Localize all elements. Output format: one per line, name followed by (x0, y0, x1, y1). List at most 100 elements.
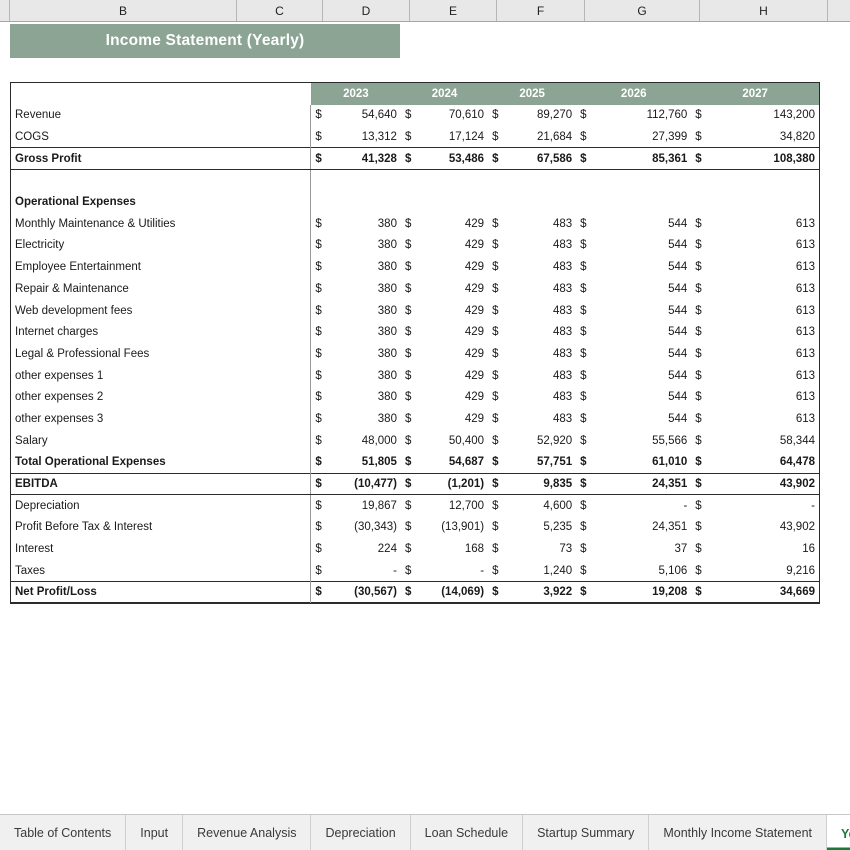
column-header-f[interactable]: F (497, 0, 585, 21)
cell-2026: $55,566 (576, 430, 691, 452)
cell-value: 54,687 (448, 456, 485, 469)
cell-2024: $429 (401, 321, 488, 343)
cell-value: 57,751 (536, 456, 573, 469)
column-header-b[interactable]: B (10, 0, 237, 21)
cell-2024: $429 (401, 386, 488, 408)
cell-2027: $613 (691, 321, 819, 343)
table-row: Legal & Professional Fees $380 $429 $483 $54… (11, 343, 820, 365)
cell-value: 85,361 (652, 152, 688, 165)
cell-value: 613 (795, 347, 815, 360)
cell-value: 224 (377, 543, 397, 556)
year-header-2026: 2026 (576, 82, 692, 105)
cell-2027: $613 (691, 386, 819, 408)
cell-value: 143,200 (773, 109, 815, 122)
cell-value: 483 (552, 412, 573, 425)
row-label: Depreciation (15, 499, 80, 512)
cell-value: 544 (668, 239, 688, 252)
column-header-stub (0, 0, 10, 21)
cell-value: 4,600 (543, 499, 573, 512)
cell-2024: $12,700 (401, 495, 488, 517)
sheet-tab-input[interactable]: Input (126, 815, 184, 850)
sheet-tab-loan-schedule[interactable]: Loan Schedule (410, 815, 524, 850)
cell-2026: $27,399 (576, 126, 691, 148)
sheet-tab-depreciation[interactable]: Depreciation (311, 815, 411, 850)
row-label: Interest (15, 543, 54, 556)
cell-2023: $ (30,567) (310, 581, 401, 604)
cell-value: 483 (552, 391, 573, 404)
cell-value: - (683, 499, 688, 512)
cell-value: 380 (377, 239, 397, 252)
cell-2024: $168 (401, 538, 488, 560)
column-header-c[interactable]: C (237, 0, 323, 21)
cell-2024: $429 (401, 235, 488, 257)
sheet-tab-monthly-income-statement[interactable]: Monthly Income Statement (649, 815, 828, 850)
cell-2025: $483 (488, 278, 576, 300)
cell-2024: $53,486 (400, 147, 489, 171)
cell-value: 429 (464, 391, 485, 404)
cell-value: 429 (464, 282, 485, 295)
cell-2025: $73 (488, 538, 576, 560)
cell-value: 53,486 (448, 152, 485, 165)
year-header-2027: 2027 (691, 82, 820, 105)
sheet-tab-yearly-pnl[interactable]: Yearly PnL (827, 815, 850, 850)
cell-value: 27,399 (652, 130, 688, 143)
cell-2023: $48,000 (310, 429, 401, 452)
row-label (11, 170, 311, 192)
column-header-bar: BCDEFGH (0, 0, 850, 22)
cell-value: 24,351 (652, 521, 688, 534)
cell-value: 380 (377, 282, 397, 295)
table-row: EBITDA $ (10,477) $ (1,201) $9,835 $24,351 $43,… (10, 472, 820, 496)
cell-2024: $429 (401, 365, 488, 387)
column-header-d[interactable]: D (323, 0, 410, 21)
cell-2023: $380 (310, 364, 401, 387)
table-row: Total Operational Expenses $51,805 $54,687… (11, 451, 820, 474)
row-label: Internet charges (15, 326, 99, 339)
cell-value: 112,760 (646, 109, 688, 122)
cell-value: - (393, 564, 397, 577)
cell-2024: $429 (401, 278, 488, 300)
cell-2025: $5,235 (488, 517, 576, 539)
column-header-g[interactable]: G (585, 0, 700, 21)
cell-2027: $43,902 (691, 517, 819, 539)
cell-2025: $483 (488, 235, 576, 257)
sheet-tab-revenue-analysis[interactable]: Revenue Analysis (183, 815, 312, 850)
cell-value: 12,700 (448, 499, 485, 512)
cell-2025: $21,684 (488, 126, 576, 148)
column-header-h[interactable]: H (700, 0, 828, 21)
row-label: other expenses 1 (15, 369, 104, 382)
cell-2023: $ (10,477) (310, 472, 401, 496)
cell-2026: $24,351 (576, 472, 692, 496)
cell-2026: $544 (576, 408, 691, 430)
sheet-tab-table-of-contents[interactable]: Table of Contents (0, 815, 127, 850)
table-row: other expenses 2 $380 $429 $483 $544 $613 (11, 386, 820, 409)
sheet-tab-startup-summary[interactable]: Startup Summary (523, 815, 650, 850)
cell-value: 380 (377, 326, 397, 339)
cell-2026: $24,351 (576, 517, 691, 539)
page-title: Income Statement (Yearly) (105, 32, 305, 49)
cell-value: 380 (377, 412, 397, 425)
cell-value: 380 (377, 304, 397, 317)
cell-2026: $544 (576, 300, 691, 322)
cell-value: 429 (464, 304, 485, 317)
cell-2024: $17,124 (401, 126, 488, 148)
cell-value: 483 (552, 347, 573, 360)
table-row: Net Profit/Loss $ (30,567) $ (14,069) $3,922 $… (10, 581, 820, 604)
cell-2025: $483 (488, 408, 576, 430)
cell-value: 380 (377, 347, 397, 360)
cell-value: 613 (795, 282, 815, 295)
column-header-e[interactable]: E (410, 0, 497, 21)
cell-value: 483 (552, 239, 573, 252)
row-label: Web development fees (15, 304, 133, 317)
cell-2027: $613 (691, 213, 819, 235)
cell-2027: $108,380 (691, 147, 820, 171)
cell-2024: $70,610 (401, 105, 488, 127)
cell-2023: $224 (310, 538, 401, 560)
cell-value: 5,106 (658, 564, 688, 577)
cell-value: (13,901) (441, 521, 485, 534)
cell-2027: $34,669 (691, 581, 820, 604)
sheet-tab-bar[interactable]: Table of Contents Input Revenue Analysis De… (0, 814, 850, 850)
cell-value: 9,835 (543, 478, 573, 491)
cell-value: 429 (464, 217, 485, 230)
cell-2023: $ - (310, 559, 401, 582)
cell-value: 613 (795, 239, 815, 252)
